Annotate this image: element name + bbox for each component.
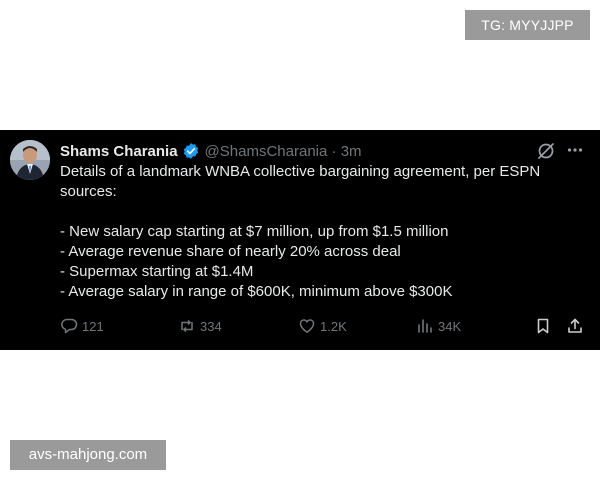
- avatar-image: [10, 140, 50, 180]
- tweet-meta: @ShamsCharania · 3m: [205, 143, 362, 160]
- meta-separator: ·: [331, 142, 337, 160]
- watermark-top: TG: MYYJJPP: [465, 10, 590, 40]
- tweet-card[interactable]: Shams Charania @ShamsCharania · 3m Detai…: [0, 130, 600, 350]
- like-icon: [298, 317, 316, 335]
- tweet-text-line: - Average revenue share of nearly 20% ac…: [60, 243, 401, 260]
- share-icon[interactable]: [566, 317, 584, 335]
- tweet-actions: 121 334 1.2K 34K: [0, 315, 600, 337]
- views-count: 34K: [438, 318, 462, 334]
- reply-count: 121: [82, 318, 104, 334]
- repost-button[interactable]: 334: [178, 315, 222, 337]
- tweet-text-line: - Average salary in range of $600K, mini…: [60, 283, 453, 300]
- tweet-header: Shams Charania @ShamsCharania · 3m: [60, 141, 362, 161]
- tweet-text-line: - Supermax starting at $1.4M: [60, 263, 254, 280]
- tweet-text-line: Details of a landmark WNBA collective ba…: [60, 163, 541, 180]
- tweet-text-line: [60, 202, 580, 222]
- tweet-text: Details of a landmark WNBA collective ba…: [60, 162, 580, 302]
- watermark-bottom: avs-mahjong.com: [10, 440, 166, 470]
- verified-badge-icon: [182, 142, 200, 160]
- repost-count: 334: [200, 318, 222, 334]
- author-handle[interactable]: @ShamsCharania: [205, 143, 328, 160]
- tweet-text-line: sources:: [60, 183, 117, 200]
- more-icon[interactable]: [566, 141, 584, 159]
- tweet-text-line: - New salary cap starting at $7 million,…: [60, 223, 449, 240]
- bookmark-icon[interactable]: [534, 317, 552, 335]
- like-count: 1.2K: [320, 318, 347, 334]
- repost-icon: [178, 317, 196, 335]
- avatar[interactable]: [10, 140, 50, 180]
- grok-icon[interactable]: [537, 142, 555, 160]
- reply-icon: [60, 317, 78, 335]
- tweet-time[interactable]: 3m: [341, 143, 362, 160]
- views-icon: [416, 317, 434, 335]
- views-button[interactable]: 34K: [416, 315, 461, 337]
- reply-button[interactable]: 121: [60, 315, 104, 337]
- author-name[interactable]: Shams Charania: [60, 143, 178, 160]
- like-button[interactable]: 1.2K: [298, 315, 347, 337]
